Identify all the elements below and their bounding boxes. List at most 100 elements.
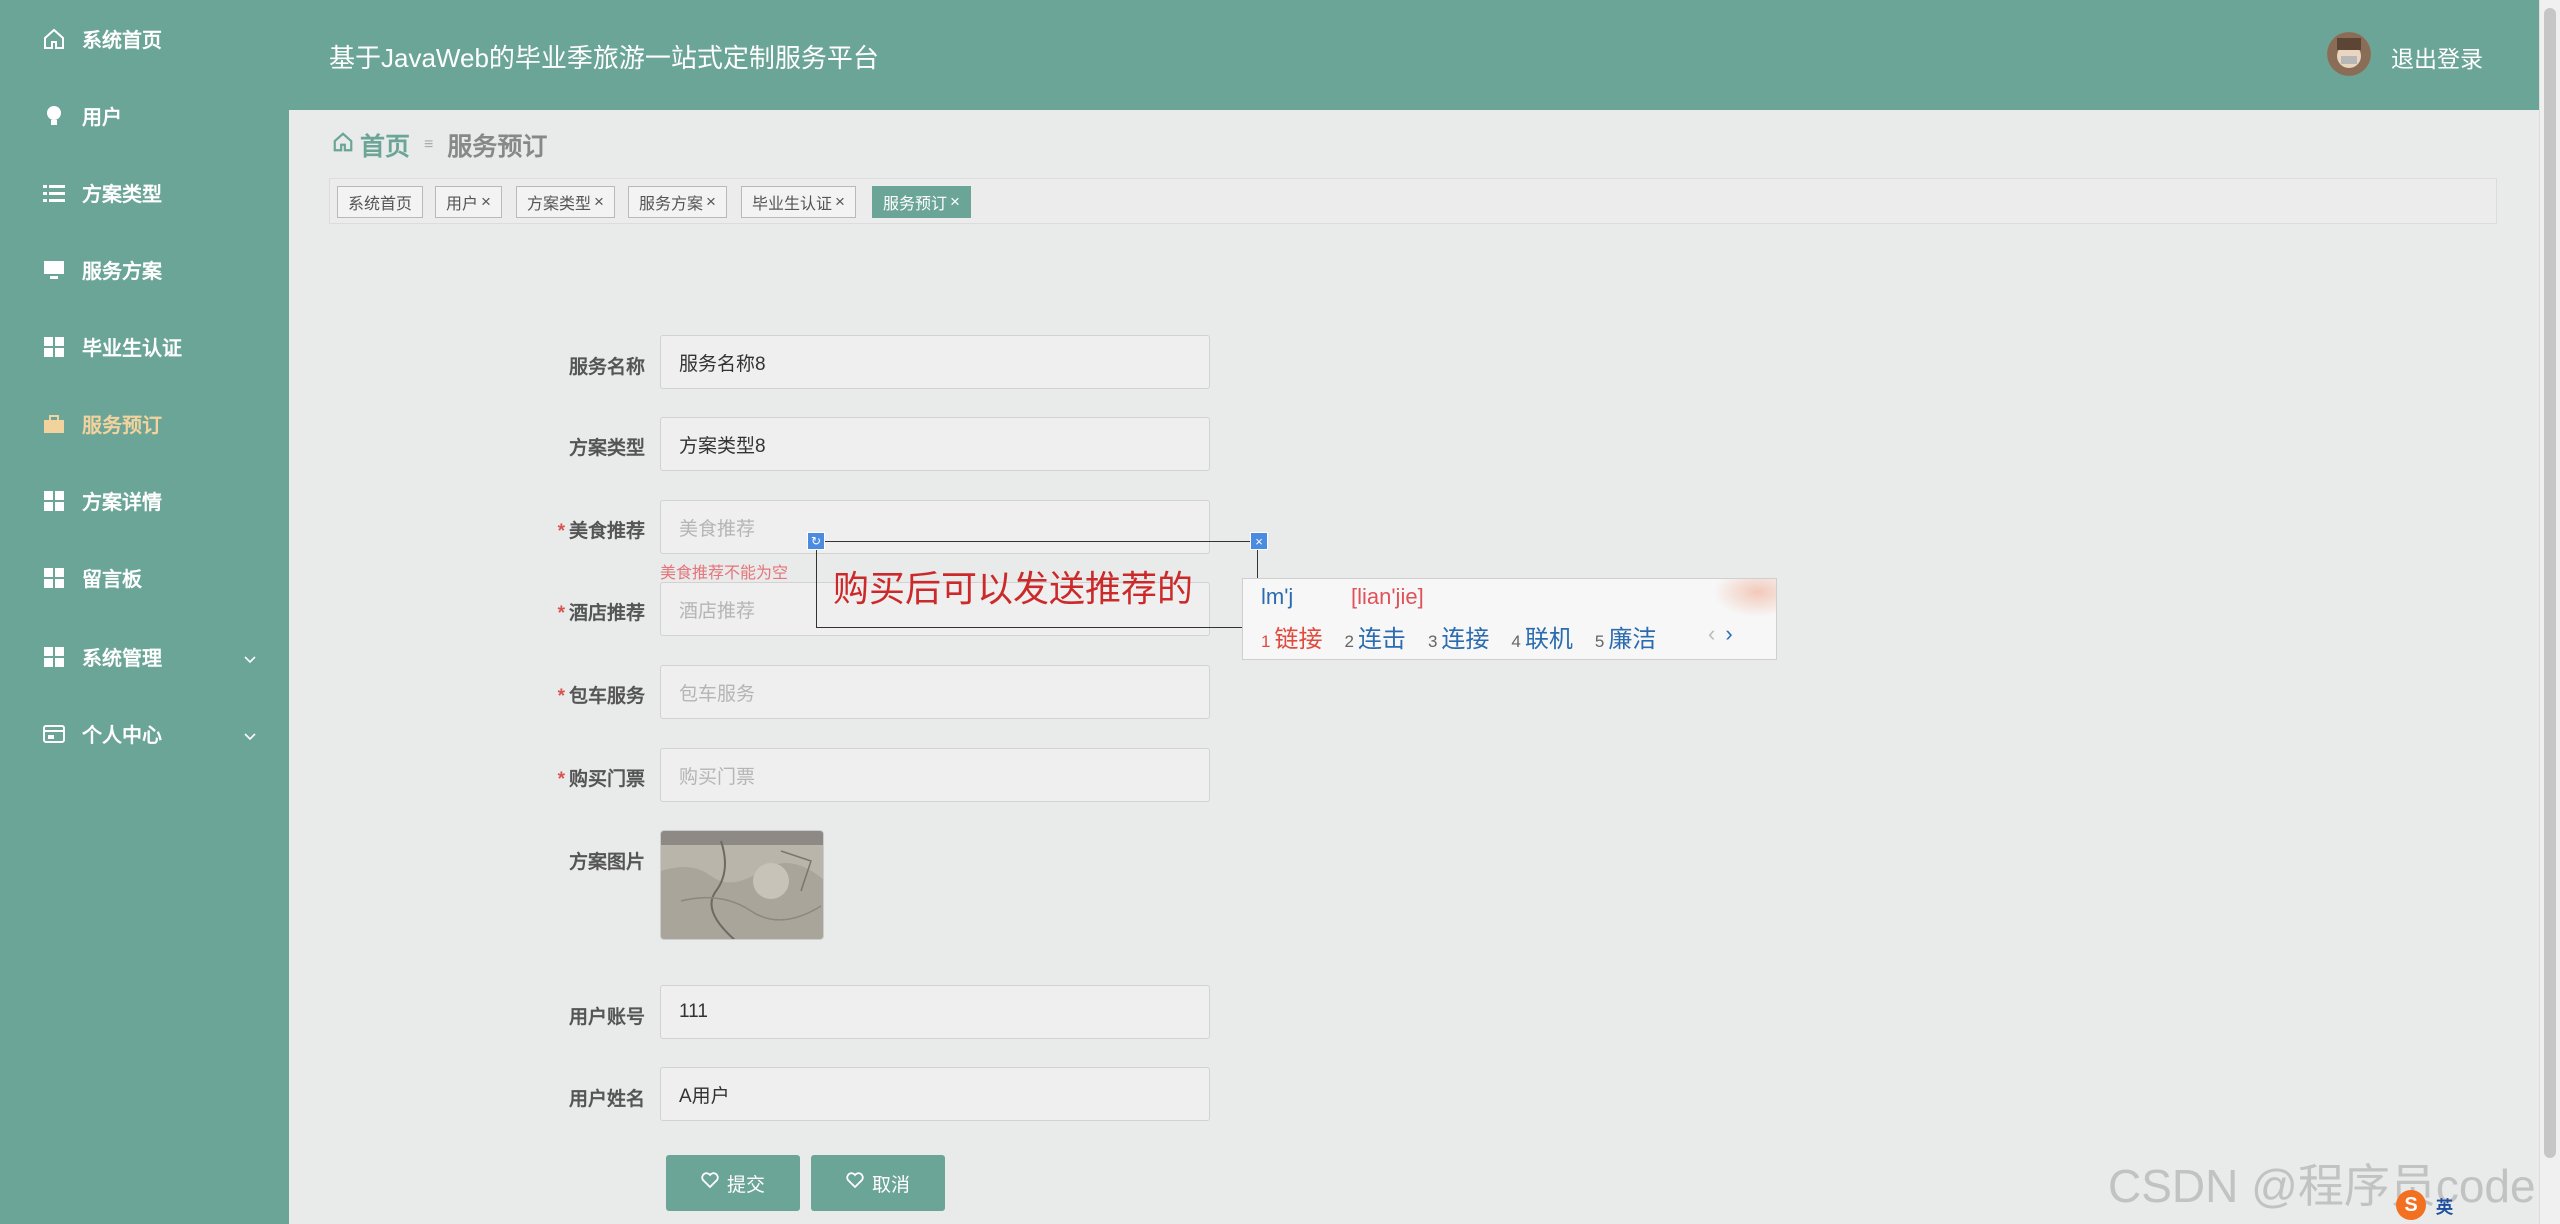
sidebar-item-message-board[interactable]: 留言板 xyxy=(0,539,289,616)
vertical-scrollbar[interactable] xyxy=(2539,0,2560,1224)
scrollbar-thumb[interactable] xyxy=(2544,8,2556,1158)
grid-icon xyxy=(40,333,68,361)
sidebar-item-graduate-auth[interactable]: 毕业生认证 xyxy=(0,308,289,385)
sidebar-item-service-booking[interactable]: 服务预订 xyxy=(0,385,289,462)
annotation-textbox[interactable]: ↻ × 购买后可以发送推荐的 xyxy=(807,532,1268,628)
grid-icon xyxy=(40,487,68,515)
cancel-button[interactable]: 取消 xyxy=(811,1155,945,1211)
tag-graduate-auth[interactable]: 毕业生认证 × xyxy=(741,186,856,218)
sidebar-item-label: 用户 xyxy=(82,107,122,129)
ime-tray[interactable]: S 英 xyxy=(2396,1190,2453,1220)
breadcrumb-home-label: 首页 xyxy=(360,133,411,161)
tag-label: 用户 xyxy=(446,196,479,213)
ticket-label: * 购买门票 xyxy=(557,769,645,790)
annotation-text: 购买后可以发送推荐的 xyxy=(833,569,1194,610)
tag-service-plan[interactable]: 服务方案 × xyxy=(628,186,727,218)
breadcrumb: 首页 ≡ 服务预订 xyxy=(332,128,547,162)
plan-image-label: 方案图片 xyxy=(568,852,645,873)
grid-icon xyxy=(40,564,68,592)
sidebar-item-label: 服务方案 xyxy=(82,261,162,283)
user-name-label: 用户姓名 xyxy=(568,1089,645,1110)
list-icon xyxy=(40,179,68,207)
sidebar-item-service-plan[interactable]: 服务方案 xyxy=(0,231,289,308)
tag-label: 服务方案 xyxy=(639,196,704,213)
close-icon[interactable]: × xyxy=(594,192,604,212)
close-icon[interactable]: × xyxy=(706,192,716,212)
ime-candidate[interactable]: 2 连击 xyxy=(1344,619,1405,654)
sidebar-item-home[interactable]: 系统首页 xyxy=(0,0,289,77)
chevron-down-icon[interactable] xyxy=(243,727,257,741)
sidebar-item-label: 个人中心 xyxy=(82,725,162,747)
sidebar-item-system-management[interactable]: 系统管理 xyxy=(0,618,289,695)
tag-plan-type[interactable]: 方案类型 × xyxy=(516,186,615,218)
ime-candidates: 1 链接 2 连击 3 连接 4 联机 5 廉洁 xyxy=(1261,619,1656,654)
ime-lang-indicator: 英 xyxy=(2436,1197,2453,1217)
close-icon[interactable]: × xyxy=(950,192,960,212)
submit-button[interactable]: 提交 xyxy=(666,1155,800,1211)
service-name-field[interactable]: 服务名称8 xyxy=(660,335,1210,389)
chevron-down-icon[interactable] xyxy=(243,650,257,664)
car-label: * 包车服务 xyxy=(557,686,645,707)
ime-candidate-window: lm'j [lian'jie] 1 链接 2 连击 3 连接 4 联机 5 廉洁 ‹ › xyxy=(1242,578,1777,660)
sidebar-item-plan-type[interactable]: 方案类型 xyxy=(0,154,289,231)
monitor-icon xyxy=(40,256,68,284)
food-label: * 美食推荐 xyxy=(557,521,645,542)
close-icon[interactable]: × xyxy=(1250,532,1268,550)
sidebar-item-personal-center[interactable]: 个人中心 xyxy=(0,695,289,772)
app-title: 基于JavaWeb的毕业季旅游一站式定制服务平台 xyxy=(329,43,879,73)
heart-icon xyxy=(846,1172,864,1194)
ime-prev-page[interactable]: ‹ xyxy=(1708,621,1715,646)
breadcrumb-current: 服务预订 xyxy=(447,133,548,161)
service-name-label: 服务名称 xyxy=(568,357,645,378)
heart-icon xyxy=(701,1172,719,1194)
sidebar-item-users[interactable]: 用户 xyxy=(0,77,289,154)
sidebar-item-label: 留言板 xyxy=(82,569,142,591)
ime-candidate[interactable]: 4 联机 xyxy=(1511,619,1572,654)
ticket-field[interactable]: 购买门票 xyxy=(660,748,1210,802)
avatar[interactable] xyxy=(2327,32,2371,76)
sidebar: 系统首页 用户 方案类型 服务方案 毕业生认证 服务预订 方案详情 留言板 系统… xyxy=(0,0,289,1224)
tag-home[interactable]: 系统首页 xyxy=(337,186,424,218)
rotate-handle-icon[interactable]: ↻ xyxy=(807,532,825,550)
tag-label: 系统首页 xyxy=(348,196,413,213)
grid-icon xyxy=(40,643,68,671)
watermark: CSDN @程序员code xyxy=(2108,1160,2536,1212)
sidebar-item-label: 服务预订 xyxy=(82,415,162,437)
sidebar-item-plan-detail[interactable]: 方案详情 xyxy=(0,462,289,539)
ime-pinyin: [lian'jie] xyxy=(1351,584,1424,609)
user-account-label: 用户账号 xyxy=(568,1007,645,1028)
logout-button[interactable]: 退出登录 xyxy=(2391,40,2483,74)
sidebar-item-label: 方案类型 xyxy=(82,184,162,206)
ime-next-page[interactable]: › xyxy=(1725,621,1732,646)
tag-service-booking[interactable]: 服务预订 × xyxy=(872,186,971,218)
tags-bar: 系统首页 用户 × 方案类型 × 服务方案 × 毕业生认证 × 服务预订 × xyxy=(329,178,2497,224)
cancel-button-label: 取消 xyxy=(871,1174,910,1196)
user-account-field[interactable]: 111 xyxy=(660,985,1210,1039)
car-service-field[interactable]: 包车服务 xyxy=(660,665,1210,719)
home-icon xyxy=(332,131,354,160)
plan-type-field[interactable]: 方案类型8 xyxy=(660,417,1210,471)
id-card-icon xyxy=(40,720,68,748)
sidebar-item-label: 系统首页 xyxy=(82,30,162,52)
ime-composition: lm'j xyxy=(1261,584,1294,609)
close-icon[interactable]: × xyxy=(835,192,845,212)
tag-label: 毕业生认证 xyxy=(752,196,833,213)
tag-users[interactable]: 用户 × xyxy=(435,186,502,218)
ime-candidate[interactable]: 3 连接 xyxy=(1428,619,1489,654)
ime-page-nav: ‹ › xyxy=(1708,621,1733,647)
bulb-icon xyxy=(40,102,68,130)
tag-label: 服务预订 xyxy=(883,196,948,213)
breadcrumb-separator: ≡ xyxy=(424,136,434,153)
breadcrumb-home[interactable]: 首页 xyxy=(332,127,410,163)
ime-candidate[interactable]: 1 链接 xyxy=(1261,619,1322,654)
plan-image-thumbnail[interactable] xyxy=(660,830,824,940)
home-icon xyxy=(40,25,68,53)
tag-label: 方案类型 xyxy=(527,196,592,213)
ime-candidate[interactable]: 5 廉洁 xyxy=(1595,619,1656,654)
briefcase-icon xyxy=(40,410,68,438)
user-name-field[interactable]: A用户 xyxy=(660,1067,1210,1121)
close-icon[interactable]: × xyxy=(481,192,491,212)
sidebar-item-label: 方案详情 xyxy=(82,492,162,514)
submit-button-label: 提交 xyxy=(726,1174,765,1196)
ime-skin-decoration xyxy=(1713,579,1776,617)
